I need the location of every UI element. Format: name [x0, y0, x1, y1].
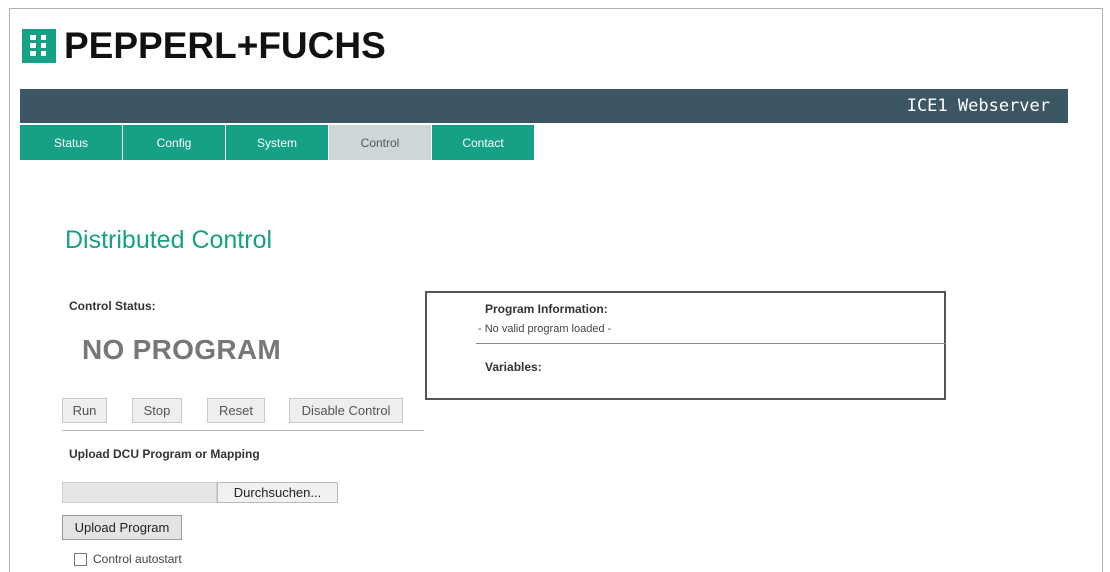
section-divider: [62, 430, 424, 431]
autostart-option: Control autostart: [74, 552, 182, 566]
page-title: Distributed Control: [65, 226, 273, 254]
main-nav: Status Config System Control Contact: [20, 125, 535, 160]
disable-control-button[interactable]: Disable Control: [289, 398, 403, 423]
control-autostart-checkbox[interactable]: [74, 552, 87, 566]
tab-system[interactable]: System: [226, 125, 328, 160]
program-info-title: Program Information:: [485, 302, 608, 316]
tab-control[interactable]: Control: [329, 125, 431, 160]
banner-title: ICE1 Webserver: [906, 96, 1050, 116]
program-info-divider: [476, 343, 946, 344]
variables-label: Variables:: [485, 360, 542, 374]
control-autostart-label: Control autostart: [93, 552, 182, 566]
stop-button[interactable]: Stop: [132, 398, 182, 423]
browse-button[interactable]: Durchsuchen...: [217, 482, 338, 503]
brand-logo: PEPPERL+FUCHS: [22, 25, 386, 67]
file-path-field[interactable]: [62, 482, 217, 503]
reset-button[interactable]: Reset: [207, 398, 265, 423]
upload-section-label: Upload DCU Program or Mapping: [69, 447, 260, 461]
program-info-text: - No valid program loaded -: [478, 323, 612, 335]
tab-contact[interactable]: Contact: [432, 125, 534, 160]
brand-name: PEPPERL+FUCHS: [64, 25, 386, 66]
upload-program-button[interactable]: Upload Program: [62, 515, 182, 540]
tab-status[interactable]: Status: [20, 125, 122, 160]
program-info-panel: Program Information: - No valid program …: [425, 291, 946, 400]
run-button[interactable]: Run: [62, 398, 107, 423]
control-status-value: NO PROGRAM: [82, 334, 281, 365]
tab-config[interactable]: Config: [123, 125, 225, 160]
pepperl-fuchs-logo-icon: [22, 29, 56, 63]
header-banner: ICE1 Webserver: [20, 89, 1068, 123]
control-status-label: Control Status:: [69, 299, 156, 313]
